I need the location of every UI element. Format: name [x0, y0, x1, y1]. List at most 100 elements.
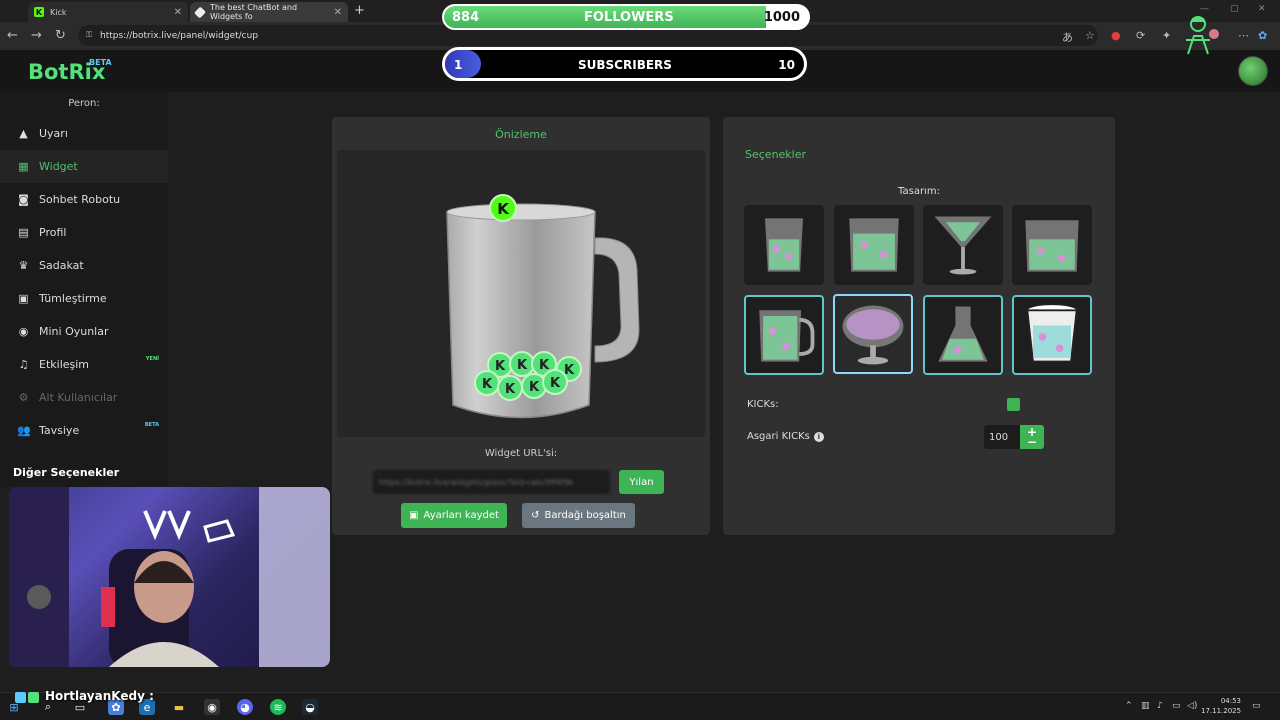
kicks-color-label: KICKs: [747, 399, 779, 410]
file-explorer-icon[interactable]: ▬ [171, 699, 187, 715]
options-panel: Seçenekler Tasarım: KICKs: Asgari KICKs … [723, 117, 1115, 535]
maximize-icon[interactable]: ▢ [1230, 4, 1239, 14]
sidebar-item-label: Etkileşim [39, 358, 90, 371]
sidebar-item-profile[interactable]: ▤ Profil [0, 216, 168, 249]
sidebar-item-label: Sadakat [39, 259, 84, 272]
sidebar-item-integration[interactable]: ▣ Tümleştirme [0, 282, 168, 315]
new-badge: YENİ [145, 356, 159, 362]
sidebar-item-label: Widget [39, 160, 78, 173]
design-option-bucket[interactable] [1012, 295, 1092, 375]
reveal-url-button[interactable]: Yılan [619, 470, 664, 494]
sidebar-item-label: Tavsiye [39, 424, 80, 437]
decrement-icon[interactable]: − [1027, 436, 1037, 448]
design-option-wide-glass[interactable] [834, 205, 914, 285]
more-menu-icon[interactable]: ⋯ [1238, 29, 1249, 42]
favorite-icon[interactable]: ☆ [1085, 29, 1095, 42]
sidebar-item-label: Mini Oyunlar [39, 325, 109, 338]
svg-text:K: K [482, 377, 493, 392]
widget-url-input[interactable]: https://botrix.live/widgets/glass/?bid=a… [373, 470, 610, 494]
widget-url-label: Widget URL'si: [484, 448, 558, 459]
minimize-icon[interactable]: — [1200, 4, 1209, 14]
id-card-icon: ▤ [18, 226, 29, 239]
gamepad-icon: ◉ [18, 325, 29, 338]
info-icon[interactable]: i [813, 431, 824, 442]
svg-text:K: K [497, 200, 510, 218]
svg-text:K: K [517, 358, 528, 373]
close-window-icon[interactable]: ✕ [1258, 4, 1266, 14]
close-tab-icon[interactable]: ✕ [334, 7, 342, 18]
extension-icon[interactable]: ● [1111, 29, 1121, 42]
translate-icon[interactable]: あ [1062, 29, 1073, 45]
design-option-tumbler[interactable] [1012, 205, 1092, 285]
users-icon: 👥 [17, 424, 31, 437]
sidebar-item-alerts[interactable]: ▲ Uyarı [0, 117, 168, 150]
svg-text:K: K [550, 376, 561, 391]
tray-expand-icon[interactable]: ⌃ [1125, 701, 1133, 711]
sidebar-item-label: Alt Kullanıcılar [39, 391, 118, 404]
design-option-mug[interactable] [744, 295, 824, 375]
design-option-flask[interactable] [923, 295, 1003, 375]
preview-panel: Önizleme K K K K K K K K K Widget URL'si… [332, 117, 710, 535]
other-options-heading[interactable]: Diğer Seçenekler [13, 466, 119, 479]
svg-text:K: K [564, 363, 575, 378]
tab-kick[interactable]: K Kick ✕ [28, 2, 188, 22]
min-kicks-stepper[interactable]: + − [1020, 425, 1044, 449]
beer-mug-illustration: K K K K K K K K K [446, 194, 640, 419]
min-kicks-input[interactable]: 100 [984, 425, 1020, 449]
close-tab-icon[interactable]: ✕ [174, 7, 182, 18]
kicks-color-picker[interactable] [1007, 398, 1020, 411]
refresh-extension-icon[interactable]: ⟳ [1136, 29, 1145, 42]
notifications-icon[interactable]: ▭ [1252, 701, 1261, 711]
svg-text:K: K [495, 359, 506, 374]
sidebar-item-loyalty[interactable]: ♛ Sadakat [0, 249, 168, 282]
volume-icon[interactable]: ◁) [1187, 701, 1197, 711]
reload-icon[interactable]: ↻ [55, 28, 66, 43]
streamer-name: HortlayanKedy : [45, 689, 154, 703]
sidebar-item-interaction[interactable]: ♫ Etkileşim YENİ [0, 348, 168, 381]
empty-cup-label: Bardağı boşaltın [544, 510, 626, 521]
badge-icon [15, 692, 26, 703]
followers-current: 884 [452, 10, 480, 25]
preview-title: Önizleme [495, 128, 547, 141]
clock-time: 04:53 [1220, 697, 1241, 705]
sidebar-item-label: Sohbet Robotu [39, 193, 121, 206]
steam-icon[interactable]: ◒ [302, 699, 318, 715]
design-option-martini[interactable] [923, 205, 1003, 285]
site-info-icon[interactable]: ⚿ [86, 30, 92, 40]
badge-icon [28, 692, 39, 703]
back-icon[interactable]: ← [7, 28, 18, 43]
forward-icon[interactable]: → [31, 28, 42, 43]
sidebar-item-referral[interactable]: 👥 Tavsiye BETA [0, 414, 168, 447]
tab-botrix[interactable]: The best ChatBot and Widgets fo ✕ [190, 2, 348, 22]
extensions-puzzle-icon[interactable]: ✦ [1162, 29, 1171, 42]
save-settings-button[interactable]: ▣ Ayarları kaydet [401, 503, 507, 528]
sidebar-item-chatbot[interactable]: ◙ Sohbet Robotu [0, 183, 168, 216]
design-option-snifter[interactable] [833, 294, 913, 374]
discord-icon[interactable]: ◕ [237, 699, 253, 715]
svg-text:K: K [505, 382, 516, 397]
sidebar-item-mini-games[interactable]: ◉ Mini Oyunlar [0, 315, 168, 348]
system-clock[interactable]: 04:53 17.11.2025 [1201, 696, 1241, 716]
network-icon[interactable]: ▭ [1172, 701, 1181, 711]
sidebar-item-label: Uyarı [39, 127, 68, 140]
new-tab-icon[interactable]: + [354, 3, 365, 18]
streamer-badges [15, 692, 39, 703]
windows-taskbar: ⊞ ⌕ ▭ ✿ e ▬ ◉ ◕ ≋ ◒ ⌃ ▥ ♪ ▭ ◁) 04:53 17.… [0, 692, 1280, 720]
save-icon: ▣ [409, 510, 419, 521]
microphone-icon[interactable]: ♪ [1157, 701, 1163, 711]
sidebar-item-sub-users[interactable]: ⚙ Alt Kullanıcılar [0, 381, 168, 414]
design-option-tall-glass[interactable] [744, 205, 824, 285]
followers-goal-bar: 884 FOLLOWERS 1000 [442, 4, 810, 30]
obs-icon[interactable]: ◉ [204, 699, 220, 715]
tab-title: The best ChatBot and Widgets fo [210, 3, 298, 21]
tray-app-icon[interactable]: ▥ [1141, 701, 1150, 711]
copilot-icon[interactable]: ✿ [1258, 29, 1267, 42]
kick-favicon-icon: K [34, 7, 44, 17]
user-avatar[interactable] [1238, 56, 1268, 86]
spotify-icon[interactable]: ≋ [270, 699, 286, 715]
sidebar-item-widget[interactable]: ▦ Widget [0, 150, 168, 183]
empty-cup-button[interactable]: ↺ Bardağı boşaltın [522, 503, 635, 528]
tab-title: Kick [50, 7, 67, 17]
url-text: https://botrix.live/panel/widget/cup [100, 30, 259, 41]
users-gear-icon: ⚙ [18, 391, 29, 404]
